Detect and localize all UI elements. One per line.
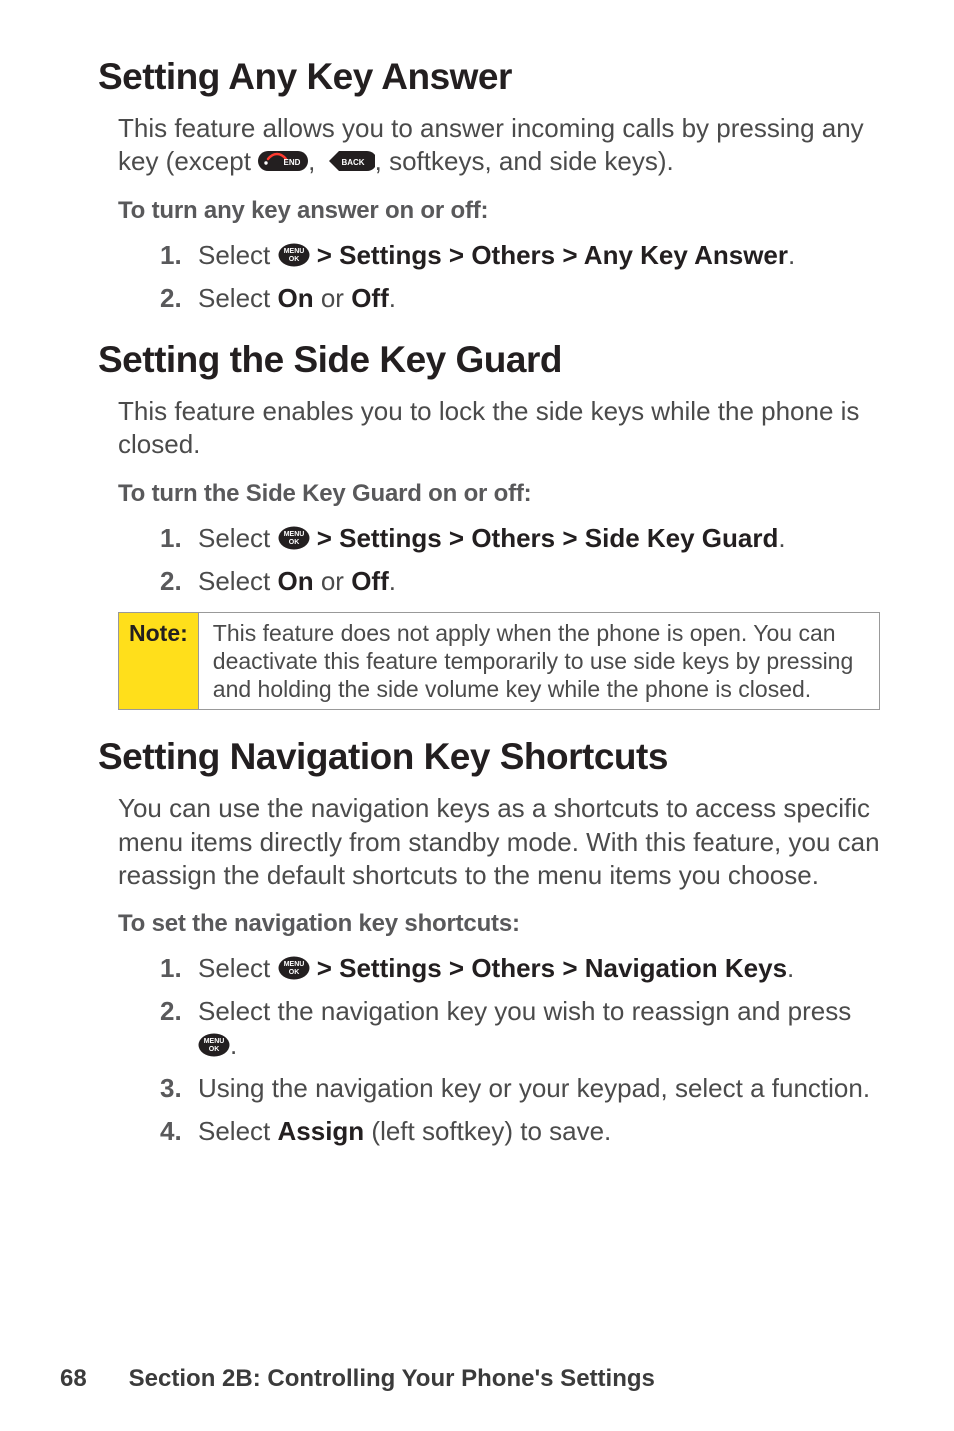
text: (left softkey) to save. bbox=[364, 1116, 611, 1146]
step-number: 4. bbox=[160, 1115, 182, 1148]
step-number: 2. bbox=[160, 282, 182, 315]
steps-side-key: 1. Select > Settings > Others > Side Key… bbox=[98, 522, 880, 599]
step-number: 2. bbox=[160, 565, 182, 598]
list-item: 2. Select the navigation key you wish to… bbox=[160, 995, 880, 1062]
section-title: Section 2B: Controlling Your Phone's Set… bbox=[129, 1365, 655, 1392]
steps-nav-key: 1. Select > Settings > Others > Navigati… bbox=[98, 952, 880, 1148]
softkey-assign: Assign bbox=[278, 1116, 365, 1146]
para-side-key-guard: This feature enables you to lock the sid… bbox=[118, 395, 880, 462]
heading-side-key-guard: Setting the Side Key Guard bbox=[98, 339, 880, 381]
option-off: Off bbox=[351, 566, 389, 596]
menu-ok-key-icon bbox=[198, 1033, 230, 1057]
list-item: 1. Select > Settings > Others > Side Key… bbox=[160, 522, 880, 555]
text: . bbox=[389, 283, 396, 313]
text: . bbox=[230, 1030, 237, 1060]
text: , bbox=[308, 146, 322, 176]
para-any-key-answer: This feature allows you to answer incomi… bbox=[118, 112, 880, 179]
lead-any-key: To turn any key answer on or off: bbox=[118, 197, 880, 225]
menu-ok-key-icon bbox=[278, 243, 310, 267]
option-on: On bbox=[278, 283, 314, 313]
note-box: Note: This feature does not apply when t… bbox=[118, 612, 880, 710]
text: Select bbox=[198, 240, 278, 270]
menu-ok-key-icon bbox=[278, 956, 310, 980]
text: Using the navigation key or your keypad,… bbox=[198, 1073, 870, 1103]
heading-nav-key-shortcuts: Setting Navigation Key Shortcuts bbox=[98, 736, 880, 778]
text: Select bbox=[198, 523, 278, 553]
text: . bbox=[788, 240, 795, 270]
list-item: 2. Select On or Off. bbox=[160, 282, 880, 315]
list-item: 3. Using the navigation key or your keyp… bbox=[160, 1072, 880, 1105]
step-number: 3. bbox=[160, 1072, 182, 1105]
step-number: 1. bbox=[160, 239, 182, 272]
step-number: 2. bbox=[160, 995, 182, 1028]
menu-path: > Settings > Others > Navigation Keys bbox=[310, 953, 788, 983]
step-number: 1. bbox=[160, 952, 182, 985]
menu-ok-key-icon bbox=[278, 526, 310, 550]
text: Select bbox=[198, 283, 278, 313]
text: Select the navigation key you wish to re… bbox=[198, 996, 851, 1026]
step-number: 1. bbox=[160, 522, 182, 555]
text: . bbox=[787, 953, 794, 983]
text: or bbox=[314, 283, 352, 313]
text: Select bbox=[198, 566, 278, 596]
note-message: This feature does not apply when the pho… bbox=[199, 613, 879, 709]
option-off: Off bbox=[351, 283, 389, 313]
heading-any-key-answer: Setting Any Key Answer bbox=[98, 56, 880, 98]
text: Select bbox=[198, 1116, 278, 1146]
menu-path: > Settings > Others > Side Key Guard bbox=[310, 523, 779, 553]
steps-any-key: 1. Select > Settings > Others > Any Key … bbox=[98, 239, 880, 316]
list-item: 4. Select Assign (left softkey) to save. bbox=[160, 1115, 880, 1148]
list-item: 1. Select > Settings > Others > Any Key … bbox=[160, 239, 880, 272]
page: Setting Any Key Answer This feature allo… bbox=[0, 0, 954, 1431]
text: . bbox=[389, 566, 396, 596]
lead-side-key: To turn the Side Key Guard on or off: bbox=[118, 480, 880, 508]
text: . bbox=[778, 523, 785, 553]
page-footer: 68 Section 2B: Controlling Your Phone's … bbox=[60, 1365, 655, 1393]
note-tag: Note: bbox=[119, 613, 199, 709]
text: Select bbox=[198, 953, 278, 983]
list-item: 2. Select On or Off. bbox=[160, 565, 880, 598]
text: or bbox=[314, 566, 352, 596]
back-key-icon bbox=[323, 149, 375, 173]
para-nav-key-shortcuts: You can use the navigation keys as a sho… bbox=[118, 792, 880, 892]
option-on: On bbox=[278, 566, 314, 596]
text: , softkeys, and side keys). bbox=[375, 146, 674, 176]
lead-nav-key: To set the navigation key shortcuts: bbox=[118, 910, 880, 938]
end-key-icon bbox=[258, 149, 308, 173]
page-number: 68 bbox=[60, 1365, 122, 1393]
list-item: 1. Select > Settings > Others > Navigati… bbox=[160, 952, 880, 985]
menu-path: > Settings > Others > Any Key Answer bbox=[310, 240, 789, 270]
